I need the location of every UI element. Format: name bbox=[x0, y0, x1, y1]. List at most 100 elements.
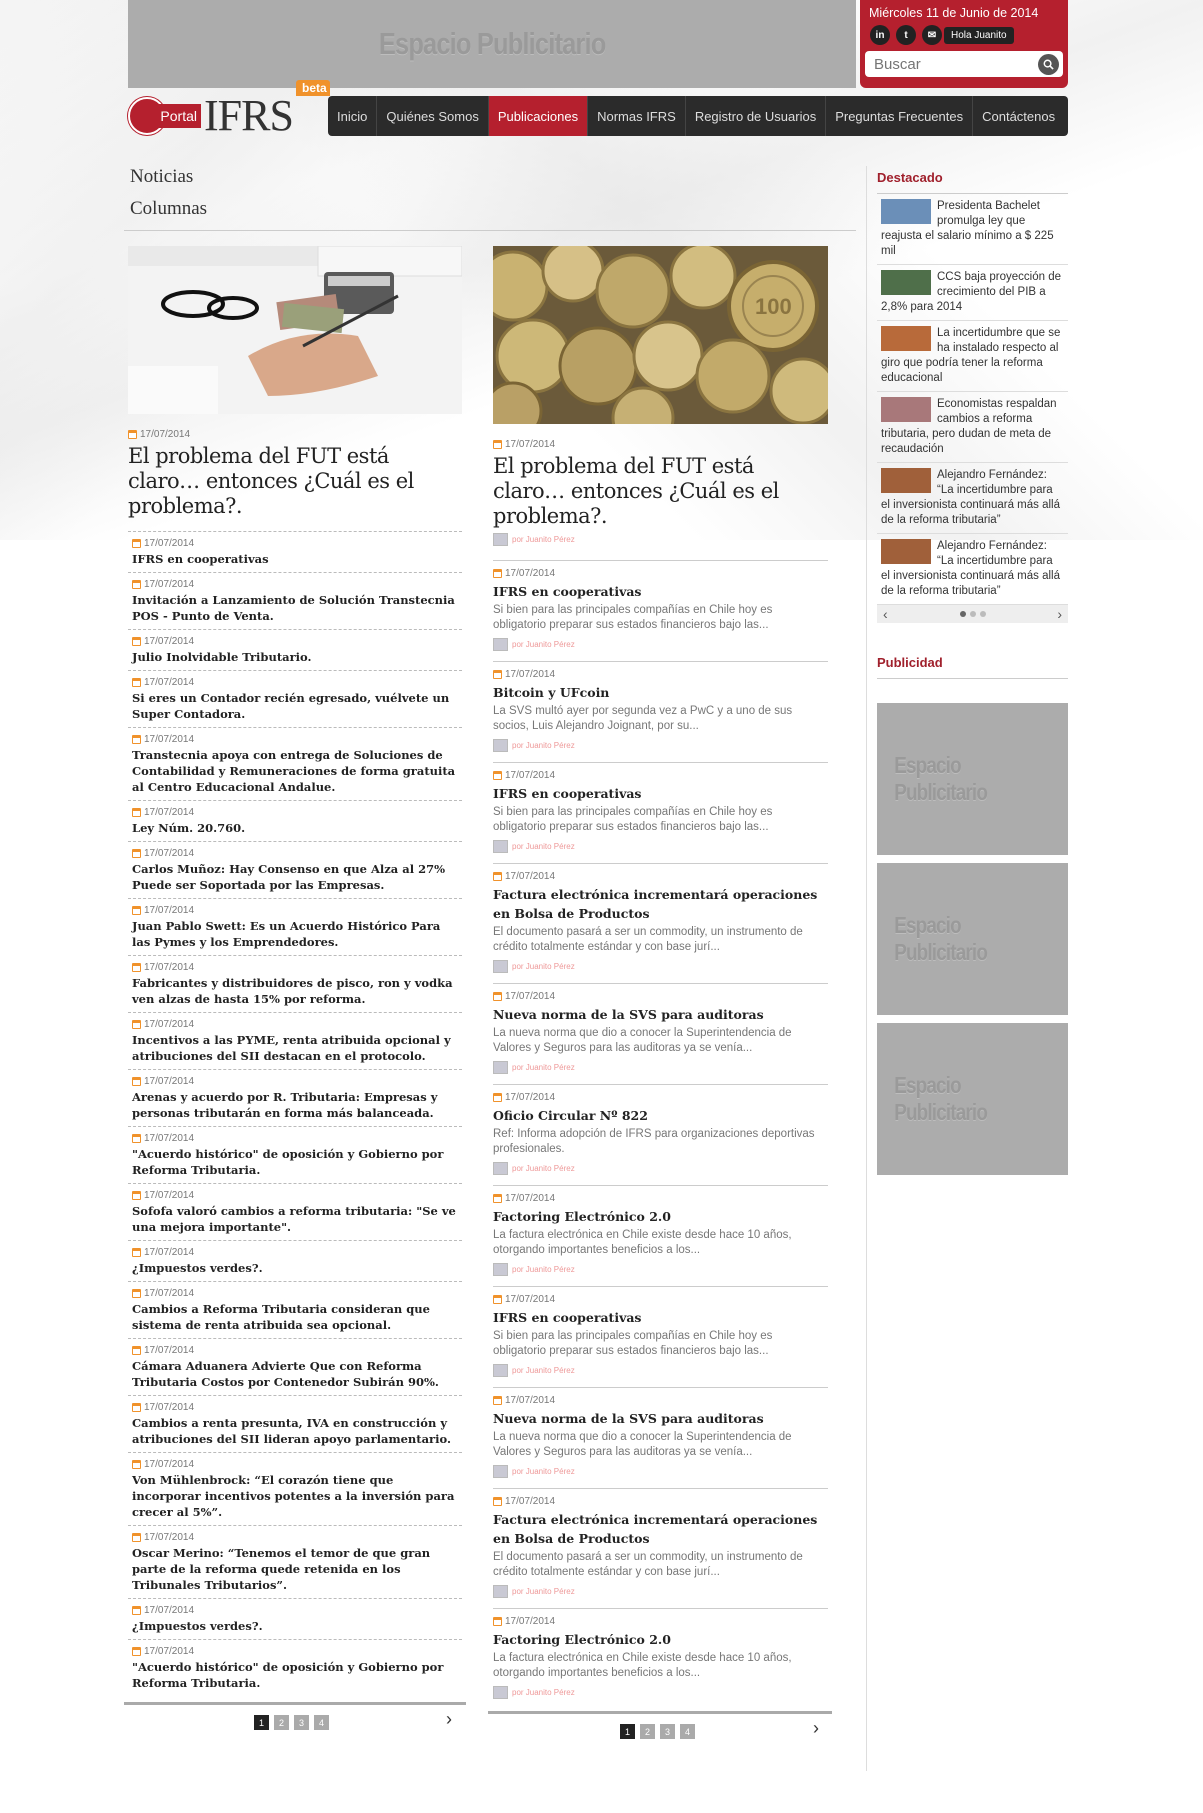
news-list-item[interactable]: 17/07/2014 Si eres un Contador recién egr… bbox=[128, 670, 462, 727]
news-list-item[interactable]: 17/07/2014 Cambios a Reforma Tributaria c… bbox=[128, 1281, 462, 1338]
column-list-item[interactable]: 17/07/2014 Bitcoin y UFcoin La SVS multó a… bbox=[493, 661, 828, 762]
column-title[interactable]: Factura electrónica incrementará operaci… bbox=[493, 1510, 828, 1548]
news-title[interactable]: Invitación a Lanzamiento de Solución Tra… bbox=[132, 592, 458, 624]
news-list-item[interactable]: 17/07/2014 ¿Impuestos verdes?. bbox=[128, 1240, 462, 1281]
news-list-item[interactable]: 17/07/2014 Arenas y acuerdo por R. Tribut… bbox=[128, 1069, 462, 1126]
page-button[interactable]: 3 bbox=[294, 1715, 309, 1730]
news-title[interactable]: Sofofa valoró cambios a reforma tributar… bbox=[132, 1203, 458, 1235]
slider-prev-arrow[interactable]: ‹ bbox=[883, 606, 888, 622]
nav-preguntas-frecuentes[interactable]: Preguntas Frecuentes bbox=[826, 96, 974, 136]
sidebar-ad-3[interactable]: Espacio Publicitario bbox=[877, 1023, 1068, 1175]
news-title[interactable]: "Acuerdo histórico" de oposición y Gobie… bbox=[132, 1659, 458, 1691]
news-title[interactable]: Ley Núm. 20.760. bbox=[132, 820, 458, 836]
news-list-item[interactable]: 17/07/2014 Julio Inolvidable Tributario. bbox=[128, 629, 462, 670]
news-list-item[interactable]: 17/07/2014 Von Mühlenbrock: “El corazón t… bbox=[128, 1452, 462, 1525]
news-list-item[interactable]: 17/07/2014 Juan Pablo Swett: Es un Acuerd… bbox=[128, 898, 462, 955]
slider-dot[interactable] bbox=[959, 611, 966, 617]
tab-columnas[interactable]: Columnas bbox=[130, 198, 207, 220]
page-button[interactable]: 2 bbox=[274, 1715, 289, 1730]
news-title[interactable]: Juan Pablo Swett: Es un Acuerdo Históric… bbox=[132, 918, 458, 950]
nav-publicaciones[interactable]: Publicaciones bbox=[488, 96, 589, 136]
page-button[interactable]: 1 bbox=[620, 1724, 635, 1739]
news-list-item[interactable]: 17/07/2014 Oscar Merino: “Tenemos el temo… bbox=[128, 1525, 462, 1598]
news-list-item[interactable]: 17/07/2014 "Acuerdo histórico" de oposici… bbox=[128, 1639, 462, 1696]
search-input[interactable] bbox=[874, 55, 1024, 73]
featured-news-title[interactable]: El problema del FUT está claro… entonces… bbox=[128, 444, 462, 519]
column-list-item[interactable]: 17/07/2014 Nueva norma de la SVS para aud… bbox=[493, 1387, 828, 1488]
destacado-item[interactable]: Alejandro Fernández: “La incertidumbre p… bbox=[877, 463, 1068, 534]
nav-registro-usuarios[interactable]: Registro de Usuarios bbox=[686, 96, 827, 136]
news-list-item[interactable]: 17/07/2014 Incentivos a las PYME, renta a… bbox=[128, 1012, 462, 1069]
column-title[interactable]: Factoring Electrónico 2.0 bbox=[493, 1630, 828, 1649]
column-list-item[interactable]: 17/07/2014 IFRS en cooperativas Si bien pa… bbox=[493, 560, 828, 661]
news-list-item[interactable]: 17/07/2014 "Acuerdo histórico" de oposici… bbox=[128, 1126, 462, 1183]
column-list-item[interactable]: 17/07/2014 Oficio Circular Nº 822 Ref: Inf… bbox=[493, 1084, 828, 1185]
column-title[interactable]: Bitcoin y UFcoin bbox=[493, 683, 828, 702]
column-title[interactable]: Oficio Circular Nº 822 bbox=[493, 1106, 828, 1125]
news-title[interactable]: Carlos Muñoz: Hay Consenso en que Alza a… bbox=[132, 861, 458, 893]
mail-icon[interactable]: ✉ bbox=[922, 25, 942, 45]
column-title[interactable]: Factoring Electrónico 2.0 bbox=[493, 1207, 828, 1226]
column-list-item[interactable]: 17/07/2014 IFRS en cooperativas Si bien pa… bbox=[493, 762, 828, 863]
tab-noticias[interactable]: Noticias bbox=[130, 166, 207, 188]
news-list-item[interactable]: 17/07/2014 Fabricantes y distribuidores d… bbox=[128, 955, 462, 1012]
column-list-item[interactable]: 17/07/2014 Factoring Electrónico 2.0 La fa… bbox=[493, 1608, 828, 1709]
news-title[interactable]: Cambios a Reforma Tributaria consideran … bbox=[132, 1301, 458, 1333]
middle-next-arrow[interactable]: › bbox=[813, 1718, 819, 1739]
news-title[interactable]: Julio Inolvidable Tributario. bbox=[132, 649, 458, 665]
news-list-item[interactable]: 17/07/2014 Sofofa valoró cambios a reform… bbox=[128, 1183, 462, 1240]
nav-contactenos[interactable]: Contáctenos bbox=[973, 96, 1064, 136]
destacado-item[interactable]: Alejandro Fernández: “La incertidumbre p… bbox=[877, 534, 1068, 605]
coins-image[interactable]: 100 bbox=[477, 239, 837, 450]
news-title[interactable]: ¿Impuestos verdes?. bbox=[132, 1260, 458, 1276]
sidebar-ad-1[interactable]: Espacio Publicitario bbox=[877, 703, 1068, 855]
page-button[interactable]: 2 bbox=[640, 1724, 655, 1739]
news-title[interactable]: Incentivos a las PYME, renta atribuida o… bbox=[132, 1032, 458, 1064]
news-title[interactable]: "Acuerdo histórico" de oposición y Gobie… bbox=[132, 1146, 458, 1178]
page-button[interactable]: 3 bbox=[660, 1724, 675, 1739]
twitter-icon[interactable]: t bbox=[896, 25, 916, 45]
column-list-item[interactable]: 17/07/2014 Nueva norma de la SVS para aud… bbox=[493, 983, 828, 1084]
news-title[interactable]: Cámara Aduanera Advierte Que con Reforma… bbox=[132, 1358, 458, 1390]
search-button[interactable] bbox=[1038, 53, 1059, 75]
news-list-item[interactable]: 17/07/2014 Invitación a Lanzamiento de So… bbox=[128, 572, 462, 629]
destacado-item[interactable]: La incertidumbre que se ha instalado res… bbox=[877, 321, 1068, 392]
page-button[interactable]: 1 bbox=[254, 1715, 269, 1730]
user-greeting[interactable]: Hola Juanito bbox=[944, 26, 1014, 44]
top-banner-ad[interactable]: Espacio Publicitario bbox=[128, 0, 856, 88]
news-title[interactable]: ¿Impuestos verdes?. bbox=[132, 1618, 458, 1634]
news-list-item[interactable]: 17/07/2014 IFRS en cooperativas bbox=[128, 531, 462, 572]
sidebar-ad-2[interactable]: Espacio Publicitario bbox=[877, 863, 1068, 1015]
page-button[interactable]: 4 bbox=[314, 1715, 329, 1730]
featured-column-title[interactable]: El problema del FUT está claro… entonces… bbox=[493, 454, 828, 529]
column-list-item[interactable]: 17/07/2014 Factura electrónica incrementa… bbox=[493, 1488, 828, 1608]
news-title[interactable]: Si eres un Contador recién egresado, vué… bbox=[132, 690, 458, 722]
column-title[interactable]: Factura electrónica incrementará operaci… bbox=[493, 885, 828, 923]
news-title[interactable]: Cambios a renta presunta, IVA en constru… bbox=[132, 1415, 458, 1447]
nav-normas-ifrs[interactable]: Normas IFRS bbox=[588, 96, 686, 136]
destacado-item[interactable]: Economistas respaldan cambios a reforma … bbox=[877, 392, 1068, 463]
column-title[interactable]: IFRS en cooperativas bbox=[493, 582, 828, 601]
slider-dot[interactable] bbox=[969, 611, 976, 617]
news-list-item[interactable]: 17/07/2014 Transtecnia apoya con entrega … bbox=[128, 727, 462, 800]
news-title[interactable]: Transtecnia apoya con entrega de Solucio… bbox=[132, 747, 458, 795]
news-title[interactable]: IFRS en cooperativas bbox=[132, 551, 458, 567]
portal-ifrs-logo[interactable]: Portal IFRS beta bbox=[128, 80, 330, 140]
nav-quienes-somos[interactable]: Quiénes Somos bbox=[377, 96, 489, 136]
news-list-item[interactable]: 17/07/2014 Carlos Muñoz: Hay Consenso en … bbox=[128, 841, 462, 898]
column-list-item[interactable]: 17/07/2014 Factoring Electrónico 2.0 La fa… bbox=[493, 1185, 828, 1286]
news-list-item[interactable]: 17/07/2014 Cambios a renta presunta, IVA … bbox=[128, 1395, 462, 1452]
column-title[interactable]: Nueva norma de la SVS para auditoras bbox=[493, 1409, 828, 1428]
news-title[interactable]: Oscar Merino: “Tenemos el temor de que g… bbox=[132, 1545, 458, 1593]
column-title[interactable]: IFRS en cooperativas bbox=[493, 1308, 828, 1327]
news-title[interactable]: Arenas y acuerdo por R. Tributaria: Empr… bbox=[132, 1089, 458, 1121]
page-button[interactable]: 4 bbox=[680, 1724, 695, 1739]
column-title[interactable]: IFRS en cooperativas bbox=[493, 784, 828, 803]
linkedin-icon[interactable]: in bbox=[870, 25, 890, 45]
news-list-item[interactable]: 17/07/2014 Cámara Aduanera Advierte Que c… bbox=[128, 1338, 462, 1395]
news-title[interactable]: Von Mühlenbrock: “El corazón tiene que i… bbox=[132, 1472, 458, 1520]
news-list-item[interactable]: 17/07/2014 ¿Impuestos verdes?. bbox=[128, 1598, 462, 1639]
destacado-item[interactable]: CCS baja proyección de crecimiento del P… bbox=[877, 265, 1068, 321]
column-list-item[interactable]: 17/07/2014 Factura electrónica incrementa… bbox=[493, 863, 828, 983]
featured-news-image[interactable] bbox=[128, 245, 463, 414]
